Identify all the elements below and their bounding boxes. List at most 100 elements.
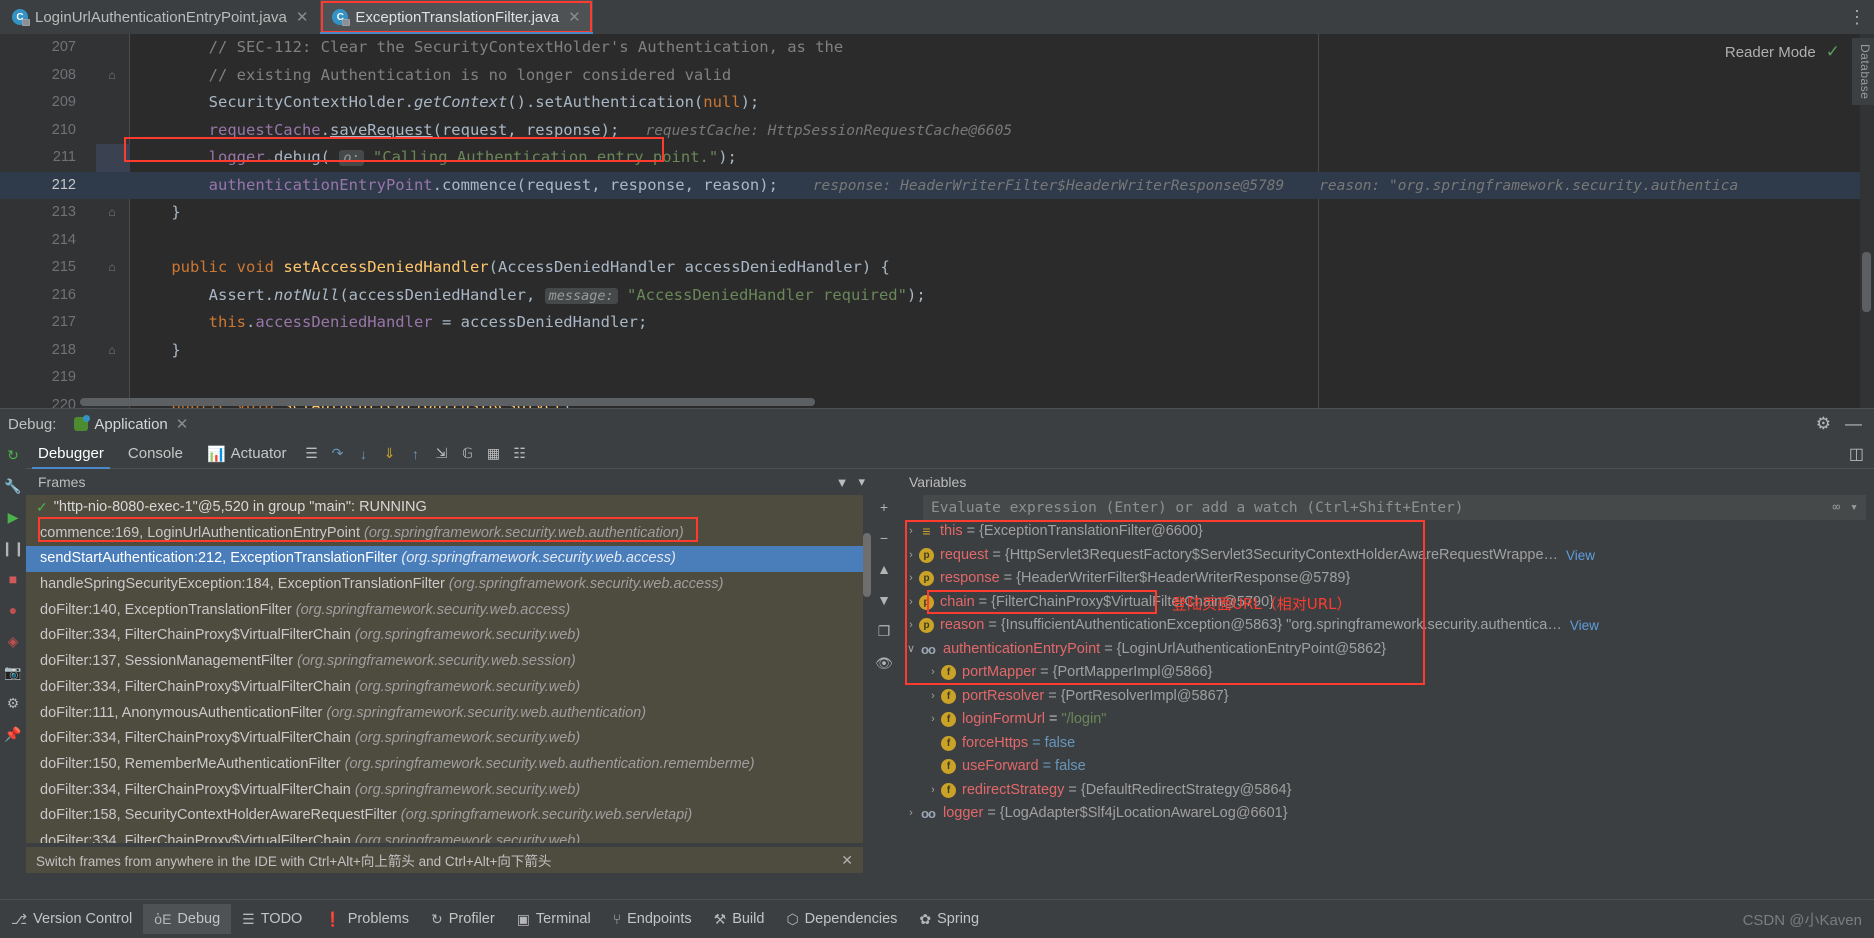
code-line[interactable]: 215⌂ public void setAccessDeniedHandler(…	[0, 254, 1874, 282]
close-icon[interactable]: ✕	[566, 8, 583, 26]
close-icon[interactable]: ✕	[294, 8, 311, 26]
mute-breakpoints-icon[interactable]: ●	[3, 600, 23, 620]
frame-row[interactable]: doFilter:137, SessionManagementFilter (o…	[26, 649, 863, 675]
fold-marker-icon[interactable]: ⌂	[98, 254, 126, 282]
status-bar-item-problems[interactable]: ❗Problems	[313, 904, 420, 934]
variable-row[interactable]: fforceHttps= false	[897, 732, 1866, 756]
close-icon[interactable]: ✕	[841, 852, 853, 869]
frame-row[interactable]: doFilter:334, FilterChainProxy$VirtualFi…	[26, 675, 863, 701]
chevron-right-icon[interactable]: ›	[925, 708, 941, 732]
variables-scrollbar[interactable]	[1866, 469, 1874, 879]
frame-row[interactable]: doFilter:334, FilterChainProxy$VirtualFi…	[26, 726, 863, 752]
status-bar-item-endpoints[interactable]: ⑂Endpoints	[602, 904, 703, 934]
minimize-icon[interactable]: —	[1845, 414, 1862, 434]
code-line[interactable]: 212 authenticationEntryPoint.commence(re…	[0, 172, 1874, 200]
variable-row[interactable]: ∨ooauthenticationEntryPoint= {LoginUrlAu…	[897, 638, 1866, 662]
frame-row[interactable]: doFilter:334, FilterChainProxy$VirtualFi…	[26, 778, 863, 804]
status-bar-item-dependencies[interactable]: ⬡Dependencies	[775, 904, 908, 934]
watches-eye-icon[interactable]: 👁	[875, 655, 893, 672]
chevron-down-icon[interactable]: ∨	[903, 638, 919, 662]
status-bar-item-profiler[interactable]: ↻Profiler	[420, 904, 506, 934]
frame-row[interactable]: doFilter:334, FilterChainProxy$VirtualFi…	[26, 623, 863, 649]
variable-row[interactable]: ›fportResolver= {PortResolverImpl@5867}	[897, 685, 1866, 709]
chevron-right-icon[interactable]: ›	[903, 544, 919, 568]
code-line[interactable]: 209 SecurityContextHolder.getContext().s…	[0, 89, 1874, 117]
copy-icon[interactable]: ❐	[878, 623, 891, 640]
frames-scrollbar-thumb[interactable]	[863, 533, 871, 597]
frames-scrollbar[interactable]	[863, 497, 871, 843]
variable-row[interactable]: ›presponse= {HeaderWriterFilter$HeaderWr…	[897, 567, 1866, 591]
tab-console[interactable]: Console	[116, 439, 195, 469]
frame-row[interactable]: doFilter:334, FilterChainProxy$VirtualFi…	[26, 829, 863, 843]
frames-list[interactable]: ✓ "http-nio-8080-exec-1"@5,520 in group …	[26, 495, 863, 843]
editor-vertical-scrollbar-thumb[interactable]	[1862, 252, 1871, 312]
move-up-icon[interactable]: ▲	[877, 561, 891, 577]
code-line[interactable]: 213⌂ }	[0, 199, 1874, 227]
step-over-icon[interactable]: ↷	[327, 443, 349, 465]
resume-icon[interactable]: ▶	[3, 507, 23, 527]
chevron-right-icon[interactable]: ›	[903, 591, 919, 615]
frame-row[interactable]: doFilter:150, RememberMeAuthenticationFi…	[26, 752, 863, 778]
status-bar-item-terminal[interactable]: ▣Terminal	[506, 904, 602, 934]
status-bar-item-build[interactable]: ⚒Build	[703, 904, 776, 934]
run-to-cursor-icon[interactable]: ⇲	[431, 443, 453, 465]
code-line[interactable]: 210 requestCache.saveRequest(request, re…	[0, 117, 1874, 145]
close-icon[interactable]: ✕	[174, 415, 191, 433]
evaluate-expression-icon[interactable]: 𝔾	[457, 443, 479, 465]
code-line[interactable]: 208⌂ // existing Authentication is no lo…	[0, 62, 1874, 90]
wrench-icon[interactable]: 🔧	[3, 476, 23, 496]
status-bar-item-spring[interactable]: ✿Spring	[908, 904, 990, 934]
editor-tab-exception-translation-filter[interactable]: C ExceptionTranslationFilter.java ✕	[320, 0, 592, 34]
database-tool-window-tab[interactable]: Database	[1852, 38, 1874, 105]
threads-icon[interactable]: ☷	[509, 443, 531, 465]
frame-row[interactable]: doFilter:140, ExceptionTranslationFilter…	[26, 598, 863, 624]
tab-debugger[interactable]: Debugger	[26, 439, 116, 469]
view-breakpoints-icon[interactable]: ◈	[3, 631, 23, 651]
variable-row[interactable]: fuseForward= false	[897, 755, 1866, 779]
editor-horizontal-scrollbar[interactable]	[80, 398, 815, 406]
fold-marker-icon[interactable]: ⌂	[98, 337, 126, 365]
gear-icon[interactable]: ⚙	[1816, 414, 1831, 434]
rerun-icon[interactable]: ↻	[3, 445, 23, 465]
chevron-down-icon[interactable]: ▾	[1850, 500, 1858, 515]
filter-icon[interactable]: ▼​	[836, 475, 849, 490]
chevron-right-icon[interactable]: ›	[925, 779, 941, 803]
code-line[interactable]: 218⌂ }	[0, 337, 1874, 365]
pause-icon[interactable]: ❙❙	[3, 538, 23, 558]
more-options-icon[interactable]: ⋮	[1848, 7, 1866, 28]
variables-tree[interactable]: ›≡this= {ExceptionTranslationFilter@6600…	[897, 520, 1866, 879]
debug-session-tab[interactable]: Application ✕	[66, 415, 198, 433]
pin-icon[interactable]: 📌	[3, 724, 23, 744]
status-bar-item-debug[interactable]: ὁEDebug	[143, 904, 231, 934]
status-bar-item-version-control[interactable]: ⎇Version Control	[0, 904, 143, 934]
frame-row[interactable]: commence:169, LoginUrlAuthenticationEntr…	[26, 521, 863, 547]
step-out-icon[interactable]: ↑	[405, 443, 427, 465]
variable-row[interactable]: ›≡this= {ExceptionTranslationFilter@6600…	[897, 520, 1866, 544]
move-down-icon[interactable]: ▼	[877, 592, 891, 608]
evaluate-expression-input[interactable]: Evaluate expression (Enter) or add a wat…	[923, 495, 1866, 520]
frame-row[interactable]: sendStartAuthentication:212, ExceptionTr…	[26, 546, 863, 572]
remove-watch-icon[interactable]: −	[880, 530, 888, 546]
chevron-right-icon[interactable]: ›	[925, 661, 941, 685]
frame-row[interactable]: doFilter:111, AnonymousAuthenticationFil…	[26, 701, 863, 727]
tab-actuator[interactable]: 📊 Actuator	[195, 445, 299, 463]
variable-row[interactable]: ›pchain= {FilterChainProxy$VirtualFilter…	[897, 591, 1866, 615]
frame-row[interactable]: handleSpringSecurityException:184, Excep…	[26, 572, 863, 598]
settings-icon[interactable]: ⚙	[3, 693, 23, 713]
step-into-icon[interactable]: ↓	[353, 443, 375, 465]
force-step-into-icon[interactable]: ⇓	[379, 443, 401, 465]
variable-row[interactable]: ›preason= {InsufficientAuthenticationExc…	[897, 614, 1866, 638]
editor-tab-login-url[interactable]: C LoginUrlAuthenticationEntryPoint.java …	[0, 0, 320, 34]
status-bar-item-todo[interactable]: ☰TODO	[231, 904, 313, 934]
variable-row[interactable]: ›floginFormUrl= "/login"	[897, 708, 1866, 732]
code-editor[interactable]: Reader Mode ✓ 207 // SEC-112: Clear the …	[0, 34, 1874, 408]
chevron-right-icon[interactable]: ›	[903, 520, 919, 544]
frames-thread-row[interactable]: ✓ "http-nio-8080-exec-1"@5,520 in group …	[26, 495, 863, 521]
fold-marker-icon[interactable]: ⌂	[98, 199, 126, 227]
fold-marker-icon[interactable]: ⌂	[98, 62, 126, 90]
code-line[interactable]: 214	[0, 227, 1874, 255]
view-value-link[interactable]: View	[1570, 614, 1599, 638]
chevron-right-icon[interactable]: ›	[903, 567, 919, 591]
code-line[interactable]: 211 logger.debug( o: "Calling Authentica…	[0, 144, 1874, 172]
variable-row[interactable]: ›prequest= {HttpServlet3RequestFactory$S…	[897, 544, 1866, 568]
